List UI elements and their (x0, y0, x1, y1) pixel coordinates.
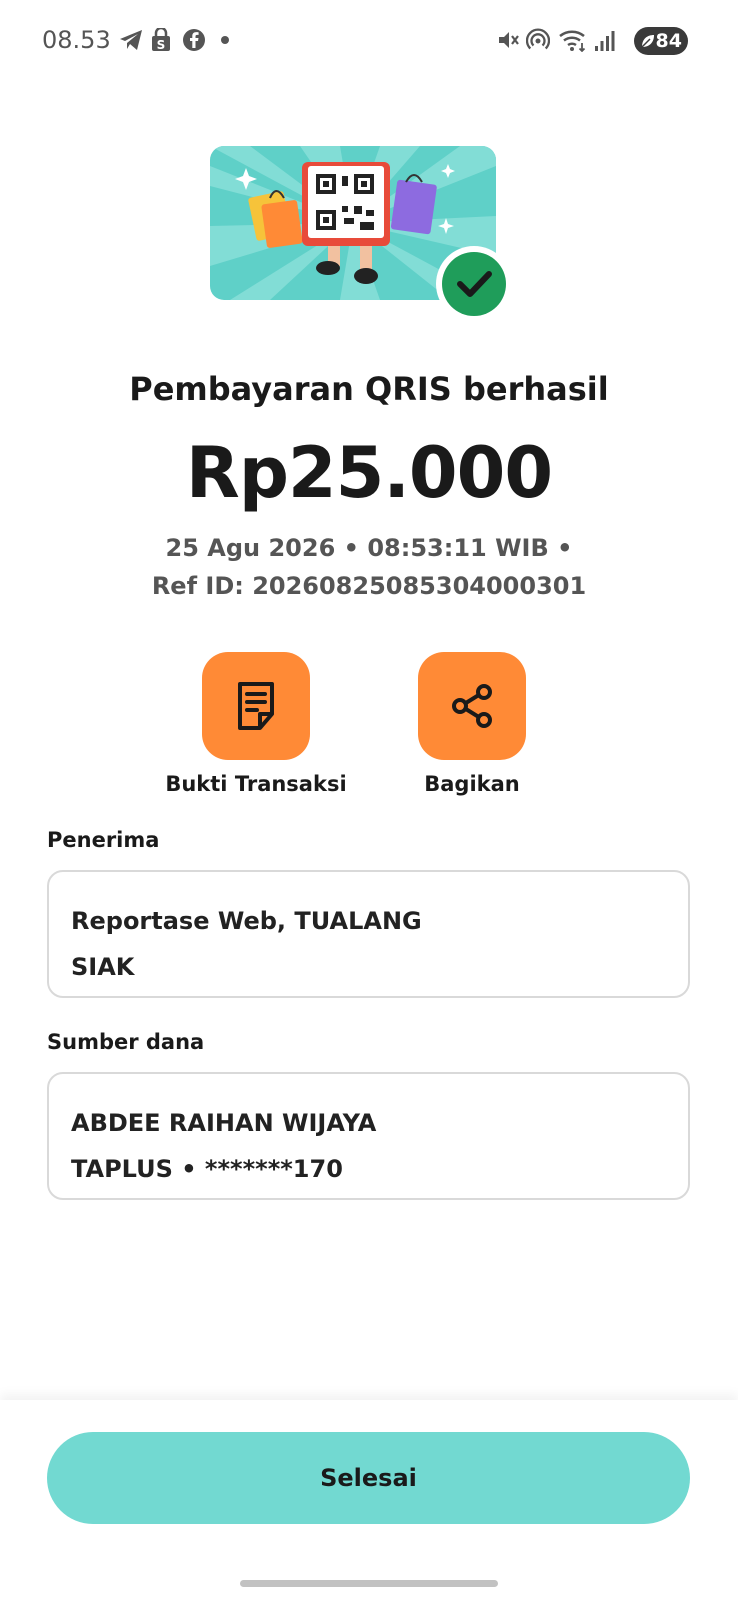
status-time: 08.53 (42, 26, 111, 54)
source-of-funds-label: Sumber dana (47, 1030, 205, 1054)
receipt-action[interactable]: Bukti Transaksi (156, 652, 356, 796)
wifi-icon (559, 30, 586, 52)
share-action[interactable]: Bagikan (372, 652, 572, 796)
facebook-icon (183, 29, 205, 51)
recipient-location: SIAK (71, 953, 135, 981)
done-button[interactable]: Selesai (47, 1432, 690, 1524)
source-account-holder: ABDEE RAIHAN WIJAYA (71, 1109, 377, 1137)
battery-level: 84 (655, 30, 682, 52)
hotspot-icon (526, 28, 550, 50)
recipient-name: Reportase Web, TUALANG (71, 907, 422, 935)
source-of-funds-card: ABDEE RAIHAN WIJAYA TAPLUS • *******170 (47, 1072, 690, 1200)
leaf-icon (641, 35, 654, 48)
home-indicator[interactable] (240, 1580, 498, 1587)
share-action-label: Bagikan (424, 772, 520, 796)
share-button[interactable] (418, 652, 526, 760)
transaction-datetime: 25 Agu 2026 • 08:53:11 WIB • (165, 534, 573, 562)
payment-status-title: Pembayaran QRIS berhasil (129, 370, 609, 408)
dot-icon (221, 36, 229, 44)
recipient-card: Reportase Web, TUALANG SIAK (47, 870, 690, 998)
receipt-icon (238, 682, 274, 730)
payment-amount: Rp25.000 (185, 432, 553, 514)
recipient-label: Penerima (47, 828, 160, 852)
shopping-bag-icon: S (152, 28, 170, 52)
svg-text:S: S (157, 38, 166, 52)
reference-id: Ref ID: 20260825085304000301 (151, 572, 587, 600)
status-bar: 08.53 S 84 (0, 0, 738, 80)
mute-icon (499, 32, 519, 48)
telegram-icon (120, 30, 142, 50)
qris-shopping-illustration (210, 146, 506, 322)
source-account-number: TAPLUS • *******170 (71, 1155, 343, 1183)
battery-icon: 84 (634, 27, 688, 55)
receipt-action-label: Bukti Transaksi (165, 772, 347, 796)
receipt-button[interactable] (202, 652, 310, 760)
signal-icon (595, 31, 615, 51)
share-icon (452, 684, 492, 728)
